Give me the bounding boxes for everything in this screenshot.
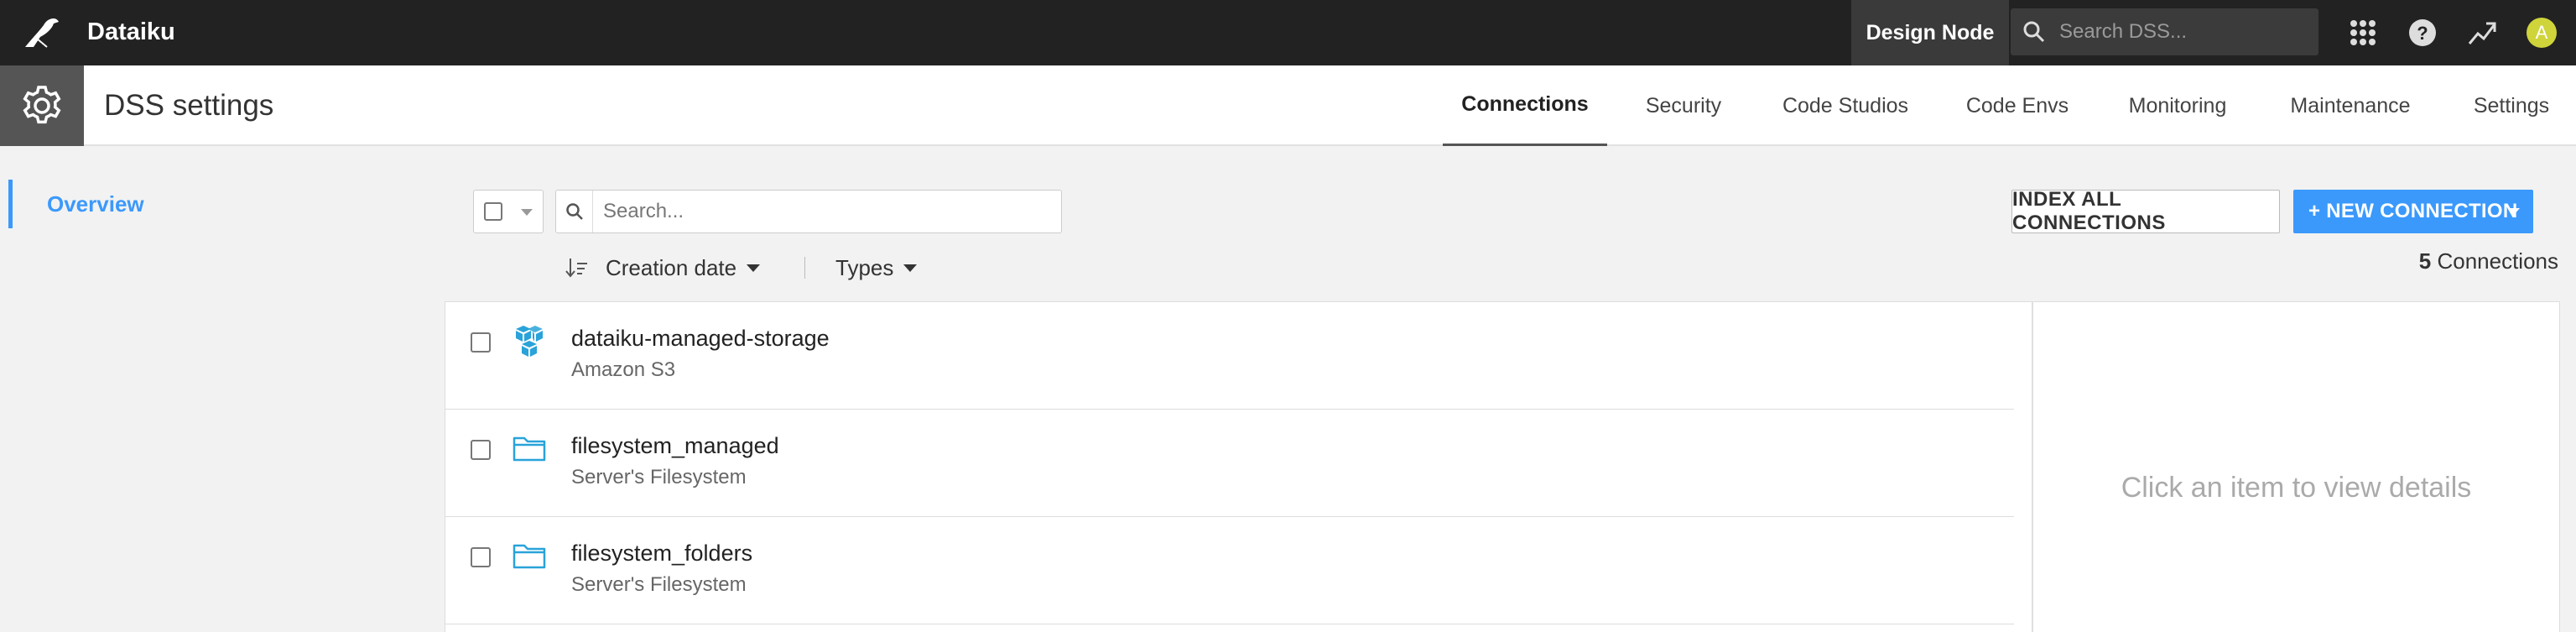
types-filter-dropdown[interactable]: Types <box>835 250 918 285</box>
dataiku-bird-logo-icon[interactable] <box>22 13 60 52</box>
gear-icon <box>23 86 61 124</box>
tab-connections[interactable]: Connections <box>1443 65 1607 146</box>
search-icon <box>556 191 593 232</box>
new-connection-button[interactable]: + NEW CONNECTION <box>2293 190 2533 233</box>
tab-maintenance[interactable]: Maintenance <box>2275 65 2426 146</box>
global-search[interactable] <box>2011 8 2318 55</box>
row-checkbox[interactable] <box>471 547 491 567</box>
list-item[interactable]: filesystem_folders Server's Filesystem <box>445 517 2014 624</box>
connection-name[interactable]: dataiku-managed-storage <box>571 324 830 353</box>
index-all-connections-button[interactable]: INDEX ALL CONNECTIONS <box>2011 188 2280 234</box>
new-connection-label: + NEW CONNECTION <box>2308 200 2518 222</box>
sort-label: Creation date <box>606 254 737 280</box>
tab-code-studios[interactable]: Code Studios <box>1768 65 1923 146</box>
types-label: Types <box>835 254 894 280</box>
tab-monitoring[interactable]: Monitoring <box>2114 65 2241 146</box>
settings-header: DSS settings Connections Security Code S… <box>0 65 2576 146</box>
app-name[interactable]: Dataiku <box>87 17 175 47</box>
row-checkbox[interactable] <box>471 440 491 460</box>
connection-count-number: 5 <box>2418 248 2432 274</box>
chevron-down-icon[interactable] <box>521 209 533 216</box>
svg-text:?: ? <box>2417 23 2428 44</box>
list-item[interactable]: dataiku-managed-storage Amazon S3 <box>445 302 2014 410</box>
trend-icon[interactable] <box>2465 16 2499 50</box>
tab-security[interactable]: Security <box>1624 65 1743 146</box>
caret-down-icon <box>903 264 918 272</box>
connection-search[interactable] <box>555 190 1062 233</box>
settings-gear-box <box>0 65 84 146</box>
sidebar-item-overview[interactable]: Overview <box>8 180 260 228</box>
connection-name[interactable]: filesystem_folders <box>571 539 752 567</box>
divider <box>804 257 805 279</box>
s3-icon <box>516 326 543 357</box>
caret-down-icon <box>747 264 761 272</box>
folder-icon <box>513 544 546 569</box>
select-all-checkbox[interactable] <box>484 202 502 221</box>
detail-hint: Click an item to view details <box>2121 472 2472 504</box>
connection-list: dataiku-managed-storage Amazon S3 filesy… <box>445 301 2032 632</box>
design-node-badge[interactable]: Design Node <box>1851 0 2009 65</box>
row-checkbox[interactable] <box>471 332 491 353</box>
top-navbar: Dataiku Design Node ? A <box>0 0 2576 65</box>
connection-search-input[interactable] <box>603 191 1056 232</box>
sort-desc-icon <box>565 259 587 278</box>
global-search-input[interactable] <box>2059 8 2311 55</box>
connection-type: Server's Filesystem <box>571 573 747 596</box>
detail-panel: Click an item to view details <box>2032 301 2560 632</box>
user-avatar[interactable]: A <box>2527 18 2557 48</box>
select-all-dropdown[interactable] <box>473 190 544 233</box>
folder-icon <box>513 436 546 462</box>
sort-dropdown[interactable]: Creation date <box>565 250 761 285</box>
tab-code-envs[interactable]: Code Envs <box>1954 65 2080 146</box>
help-icon[interactable]: ? <box>2406 16 2439 50</box>
connection-count-label: Connections <box>2437 248 2558 274</box>
caret-down-icon[interactable] <box>2508 208 2520 215</box>
connection-type: Server's Filesystem <box>571 466 747 488</box>
connection-name[interactable]: filesystem_managed <box>571 431 779 460</box>
connection-type: Amazon S3 <box>571 358 676 381</box>
connection-count: 5 Connections <box>2419 248 2558 274</box>
list-item[interactable]: filesystem_managed Server's Filesystem <box>445 410 2014 517</box>
search-icon <box>2023 21 2045 43</box>
page-title: DSS settings <box>104 89 274 122</box>
tab-settings[interactable]: Settings <box>2458 65 2565 146</box>
apps-grid-icon[interactable] <box>2346 16 2380 50</box>
